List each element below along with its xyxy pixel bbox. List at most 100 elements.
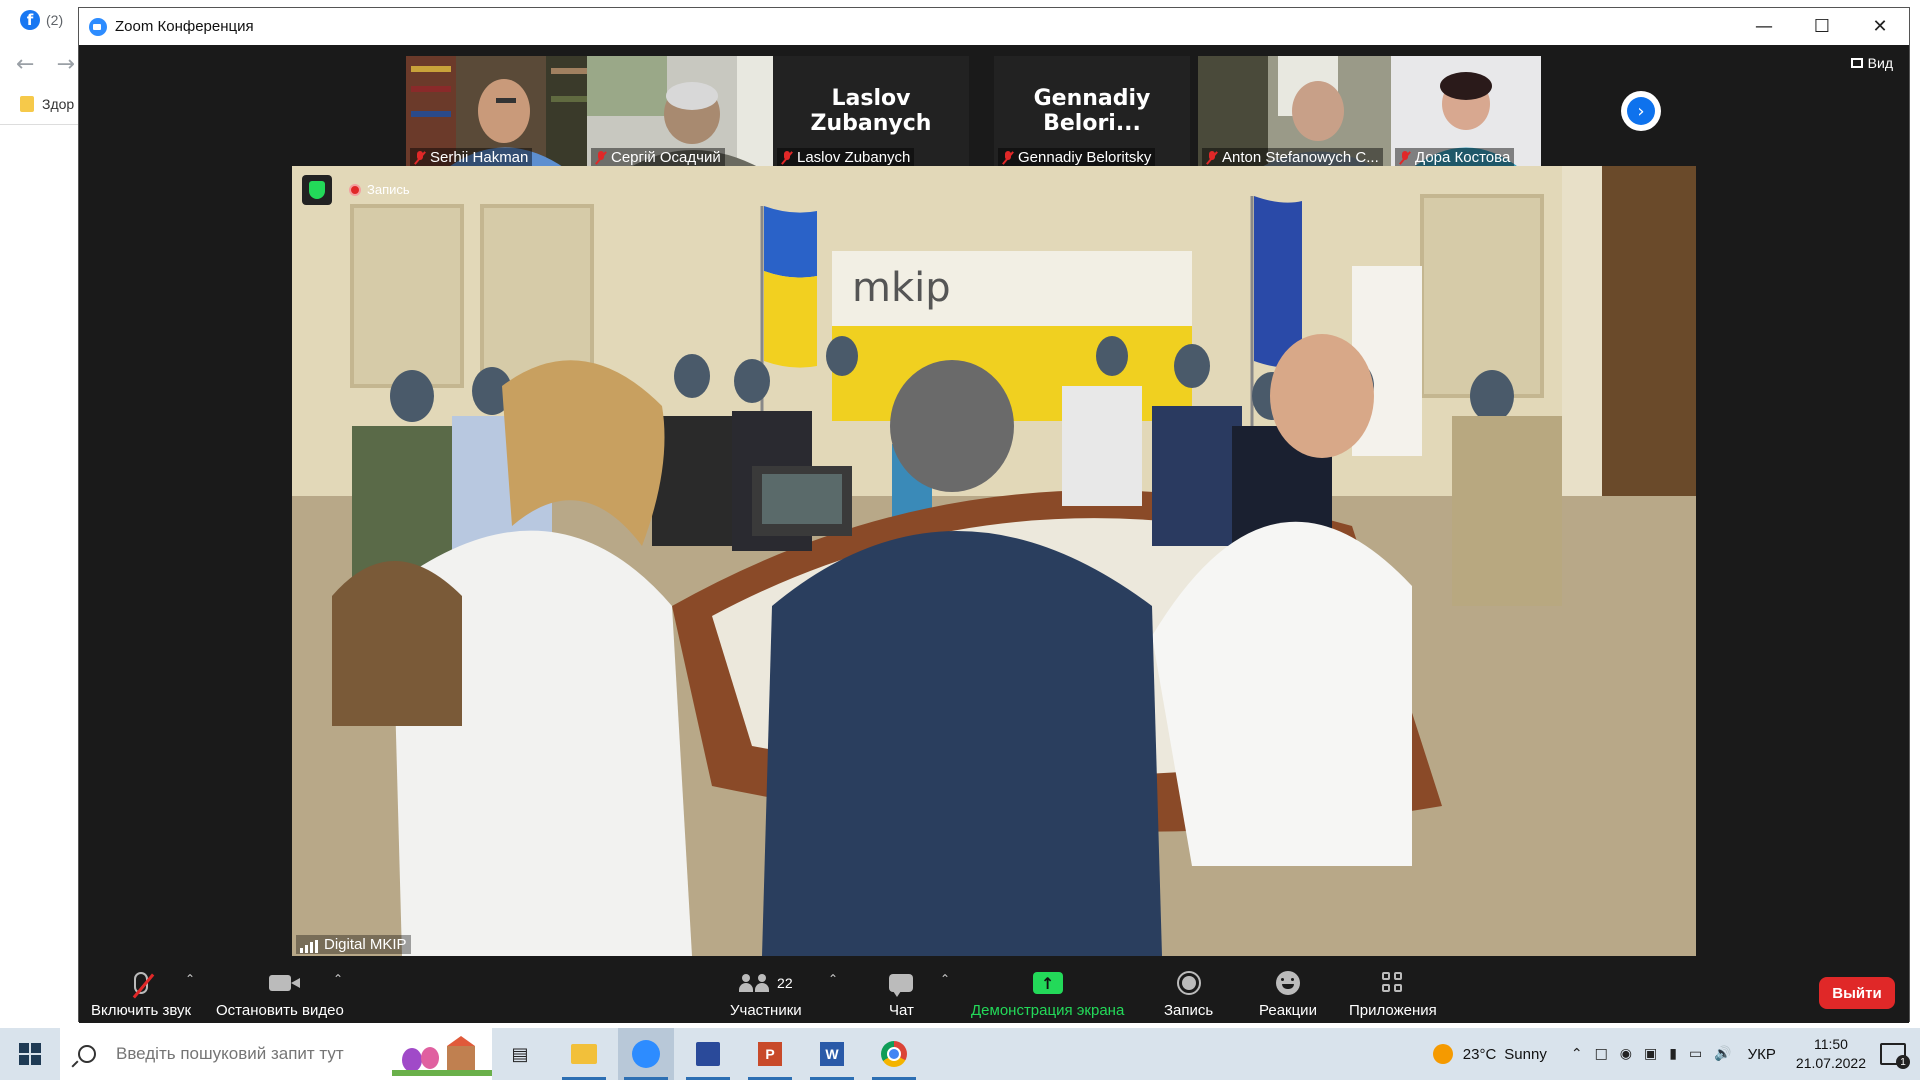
display-icon[interactable]: ▭	[1689, 1046, 1702, 1062]
maximize-button[interactable]: ☐	[1793, 8, 1851, 45]
participant-caption: Сергій Осадчий	[591, 148, 725, 167]
participant-tile[interactable]: Laslov Zubanych Laslov Zubanych	[773, 56, 969, 169]
input-language[interactable]: УКР	[1748, 1046, 1776, 1063]
forward-arrow-icon[interactable]: →	[56, 52, 74, 77]
weather-sun-icon[interactable]	[1432, 1044, 1453, 1064]
participant-caption: Anton Stefanowych C...	[1202, 148, 1383, 167]
browser-tab-count: (2)	[46, 12, 64, 28]
browser-nav: ← →	[16, 52, 75, 77]
chevron-up-icon[interactable]: ⌃	[1571, 1046, 1583, 1062]
share-screen-button[interactable]: ↑ Демонстрация экрана	[971, 968, 1124, 1019]
back-arrow-icon[interactable]: ←	[16, 52, 34, 77]
network-icon[interactable]: ▣	[1644, 1046, 1657, 1062]
windows-taskbar: ▤ P W 23°C Sunny ⌃ □ ◉ ▣ ▮ ▭ 🔊 УКР 11:50	[0, 1028, 1920, 1080]
leave-button[interactable]: Выйти	[1819, 977, 1895, 1009]
powerpoint-app[interactable]: P	[742, 1028, 798, 1080]
minimize-button[interactable]: —	[1735, 8, 1793, 45]
participant-tile[interactable]: Serhii Hakman	[406, 56, 602, 169]
battery-icon[interactable]: ▮	[1669, 1046, 1677, 1062]
share-screen-label: Демонстрация экрана	[971, 1002, 1125, 1019]
video-options-caret[interactable]: ⌃	[333, 972, 343, 986]
signal-bars-icon	[300, 940, 318, 953]
weather-condition[interactable]: Sunny	[1504, 1046, 1547, 1063]
task-view-button[interactable]: ▤	[492, 1028, 548, 1080]
volume-icon[interactable]: 🔊	[1714, 1046, 1731, 1062]
save-app[interactable]	[680, 1028, 736, 1080]
start-button[interactable]	[0, 1028, 60, 1080]
microphone-muted-icon	[132, 972, 155, 999]
participant-tile[interactable]: Anton Stefanowych C...	[1198, 56, 1394, 169]
participants-count: 22	[777, 975, 793, 991]
chrome-app[interactable]	[866, 1028, 922, 1080]
unmute-label: Включить звук	[91, 1002, 192, 1019]
participant-display-name: Laslov Zubanych	[810, 86, 932, 136]
participant-name: Сергій Осадчий	[611, 149, 721, 166]
participant-name: Anton Stefanowych C...	[1222, 149, 1379, 166]
participant-tile[interactable]: Дора Костова	[1391, 56, 1541, 169]
chrome-icon	[881, 1041, 907, 1067]
participants-button[interactable]: 22 Участники	[730, 968, 802, 1019]
audio-options-caret[interactable]: ⌃	[185, 972, 195, 986]
record-button[interactable]: Запись	[1164, 968, 1213, 1019]
file-explorer-app[interactable]	[556, 1028, 612, 1080]
participant-caption: Laslov Zubanych	[777, 148, 915, 167]
participant-display-name: Gennadiy Belori...	[1033, 86, 1151, 136]
participant-name: Laslov Zubanych	[797, 149, 911, 166]
record-dot-icon	[349, 183, 361, 196]
mic-muted-icon	[595, 150, 607, 165]
next-page-button[interactable]: ›	[1621, 91, 1661, 131]
speaker-name: Digital MKIP	[324, 936, 407, 953]
mic-muted-icon	[1002, 150, 1014, 165]
zoom-app[interactable]	[618, 1028, 674, 1080]
folder-icon	[571, 1044, 597, 1064]
clock-time: 11:50	[1813, 1036, 1848, 1052]
stop-video-label: Остановить видео	[216, 1002, 344, 1019]
word-app[interactable]: W	[804, 1028, 860, 1080]
window-title: Zoom Конференция	[115, 18, 254, 35]
apps-button[interactable]: Приложения	[1349, 968, 1437, 1019]
notifications-icon[interactable]: 1	[1880, 1043, 1910, 1069]
microphone-icon[interactable]: ◉	[1620, 1046, 1632, 1062]
device-icon[interactable]: □	[1595, 1046, 1608, 1062]
chat-label: Чат	[889, 1002, 914, 1019]
search-highlight-image	[392, 1032, 492, 1076]
facebook-icon: f	[20, 10, 40, 30]
chat-options-caret[interactable]: ⌃	[940, 972, 950, 986]
svg-text:mkip: mkip	[852, 265, 951, 311]
view-label: Вид	[1867, 55, 1893, 71]
reactions-label: Реакции	[1259, 1002, 1317, 1019]
zoom-logo-icon	[89, 17, 107, 36]
active-speaker-video: mkip Запись Digital MKIP	[292, 166, 1696, 956]
grid-view-icon	[1850, 58, 1863, 68]
temperature[interactable]: 23°C	[1463, 1046, 1497, 1063]
browser-divider	[0, 124, 80, 125]
close-button[interactable]: ✕	[1851, 8, 1909, 45]
speaker-label: Digital MKIP	[296, 935, 411, 954]
participants-options-caret[interactable]: ⌃	[828, 972, 838, 986]
participant-tile[interactable]: Gennadiy Belori... Gennadiy Beloritsky	[994, 56, 1190, 169]
clock[interactable]: 11:50 21.07.2022	[1796, 1035, 1866, 1073]
floppy-disk-icon	[696, 1042, 720, 1066]
security-shield-icon[interactable]	[302, 175, 332, 205]
taskbar-search[interactable]	[60, 1028, 492, 1080]
participant-tile[interactable]: Сергій Осадчий	[587, 56, 783, 169]
search-input[interactable]	[114, 1043, 398, 1065]
apps-icon	[1381, 972, 1404, 994]
powerpoint-icon: P	[758, 1042, 782, 1066]
participant-name: Serhii Hakman	[430, 149, 529, 166]
notifications-count: 1	[1896, 1055, 1910, 1069]
reactions-button[interactable]: Реакции	[1259, 968, 1317, 1019]
unmute-button[interactable]: Включить звук	[91, 968, 191, 1019]
recording-indicator[interactable]: Запись	[349, 182, 410, 197]
clock-date: 21.07.2022	[1795, 1055, 1866, 1071]
browser-tab[interactable]: f (2)	[20, 10, 63, 30]
bookmark-item[interactable]: Здор	[20, 96, 74, 112]
conference-room-scene: mkip	[292, 166, 1696, 956]
recording-label: Запись	[367, 182, 410, 197]
participant-strip: Serhii Hakman Сергій Осадчий Laslov Zuba…	[79, 45, 1909, 170]
folder-icon	[20, 96, 34, 112]
chat-bubble-icon	[889, 974, 914, 997]
stop-video-button[interactable]: Остановить видео	[216, 968, 344, 1019]
view-button[interactable]: Вид	[1850, 55, 1893, 71]
chat-button[interactable]: Чат	[889, 968, 914, 1019]
